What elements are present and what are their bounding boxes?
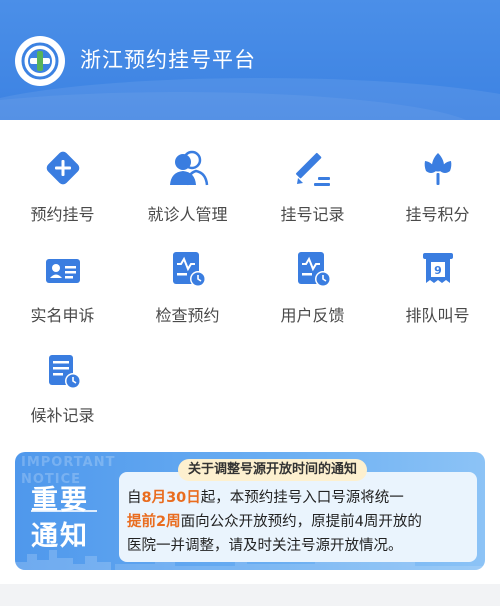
notice-body-line: 医院一并调整，请及时关注号源开放情况。 [127, 538, 403, 554]
queue-ticket-icon: 9 [423, 253, 453, 283]
report-clock-icon [173, 252, 206, 287]
notice-body-line: 提前2周面向公众开放预约，原提前4周开放的 [127, 514, 422, 530]
menu-item-exam-appointment[interactable]: 检查预约 [125, 246, 250, 346]
menu-item-label: 检查预约 [155, 306, 220, 325]
notice-title-tag: 关于调整号源开放时间的通知 [178, 459, 368, 481]
chart-clock-icon [298, 252, 331, 287]
menu-item-waitlist-record[interactable]: 候补记录 [0, 346, 125, 446]
menu-item-label: 用户反馈 [280, 306, 345, 325]
menu-item-patient-management[interactable]: 就诊人管理 [125, 145, 250, 245]
menu-item-label: 排队叫号 [405, 306, 470, 325]
page-bottom-band [0, 584, 500, 606]
menu-item-label: 实名申诉 [30, 306, 95, 325]
notice-heading-divider [31, 510, 97, 512]
notice-body-line: 自8月30日起，本预约挂号入口号源将统一 [127, 490, 404, 506]
notice-date-highlight: 8月30日 [141, 490, 201, 506]
menu-item-real-name-appeal[interactable]: 实名申诉 [0, 246, 125, 346]
pen-record-icon [295, 152, 330, 186]
list-clock-icon [49, 355, 81, 389]
menu-item-label: 挂号积分 [405, 205, 470, 224]
menu-item-label: 就诊人管理 [147, 205, 228, 224]
menu-item-label: 预约挂号 [30, 205, 95, 224]
menu-item-queue-call[interactable]: 9 排队叫号 [375, 246, 500, 346]
app-title: 浙江预约挂号平台 [80, 48, 256, 72]
menu-item-registration-points[interactable]: 挂号积分 [375, 145, 500, 245]
menu-item-registration-record[interactable]: 挂号记录 [250, 145, 375, 245]
menu-item-appointment[interactable]: 预约挂号 [0, 145, 125, 245]
menu-item-label: 挂号记录 [280, 205, 345, 224]
app-header: 浙江预约挂号平台 [0, 0, 500, 120]
notice-heading-line2: 通知 [31, 521, 89, 552]
people-icon [170, 150, 209, 186]
plus-diamond-icon [46, 151, 80, 185]
menu-item-user-feedback[interactable]: 用户反馈 [250, 246, 375, 346]
id-card-icon [46, 259, 80, 283]
lotus-icon [424, 153, 452, 185]
hospital-cross-logo-icon [15, 36, 65, 86]
menu-item-label: 候补记录 [30, 406, 95, 425]
notice-weeks-highlight: 提前2周 [127, 514, 181, 530]
svg-text:9: 9 [434, 264, 442, 277]
important-notice-banner[interactable]: IMPORTANT NOTICE 重要 通知 关于调整号源开放时间的通知 自8月… [15, 452, 485, 570]
